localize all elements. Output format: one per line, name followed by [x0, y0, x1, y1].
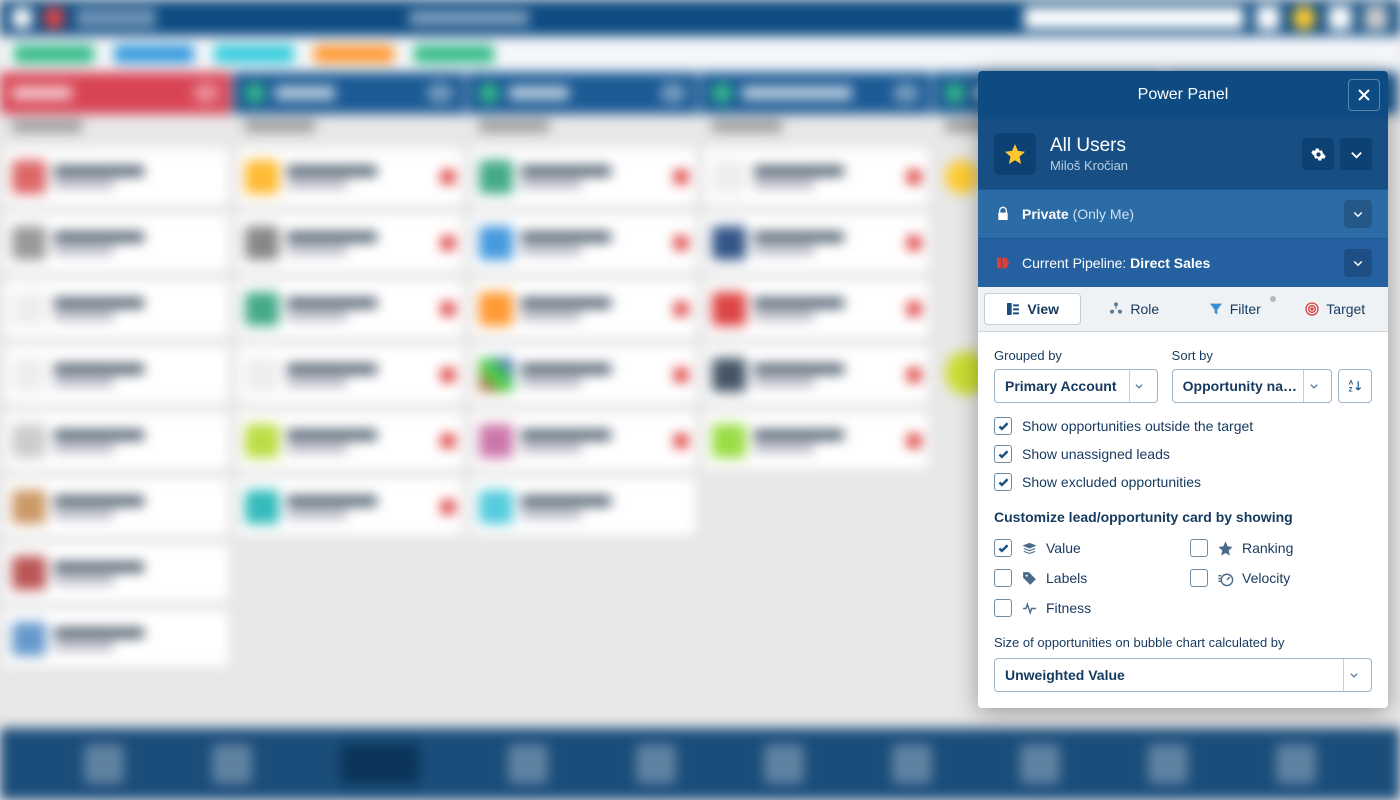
- tab-target[interactable]: Target: [1288, 293, 1383, 325]
- customize-label: Customize lead/opportunity card by showi…: [994, 509, 1372, 525]
- pipeline-icon: [994, 254, 1012, 272]
- sort-direction-button[interactable]: AZ: [1338, 369, 1372, 403]
- opt-ranking[interactable]: Ranking: [1190, 539, 1372, 557]
- settings-button[interactable]: [1302, 138, 1334, 170]
- gear-icon: [1311, 147, 1326, 162]
- target-icon: [1304, 301, 1320, 317]
- expand-button[interactable]: [1340, 138, 1372, 170]
- role-icon: [1108, 301, 1124, 317]
- panel-header: Power Panel: [978, 71, 1388, 119]
- filter-icon: [1208, 301, 1224, 317]
- sort-by-label: Sort by: [1172, 348, 1372, 363]
- bubble-size-select[interactable]: Unweighted Value: [994, 658, 1372, 692]
- power-panel: Power Panel All Users Miloš Kročian Priv…: [978, 71, 1388, 708]
- privacy-expand[interactable]: [1344, 200, 1372, 228]
- opt-velocity[interactable]: Velocity: [1190, 569, 1372, 587]
- panel-title: Power Panel: [1138, 86, 1229, 104]
- tab-filter[interactable]: Filter: [1187, 293, 1282, 325]
- chevron-down-icon: [1343, 659, 1363, 691]
- tab-role[interactable]: Role: [1087, 293, 1182, 325]
- svg-text:A: A: [1349, 379, 1354, 386]
- pipeline-row[interactable]: Current Pipeline: Direct Sales: [978, 238, 1388, 287]
- grouped-by-select[interactable]: Primary Account: [994, 369, 1158, 403]
- pipeline-expand[interactable]: [1344, 249, 1372, 277]
- value-icon: [1020, 539, 1038, 557]
- opt-labels[interactable]: Labels: [994, 569, 1176, 587]
- velocity-icon: [1216, 569, 1234, 587]
- chevron-down-icon: [1349, 147, 1364, 162]
- sort-by-select[interactable]: Opportunity na…: [1172, 369, 1332, 403]
- check-excluded-opps[interactable]: Show excluded opportunities: [994, 473, 1372, 491]
- tabs: View Role Filter Target: [978, 287, 1388, 332]
- chevron-down-icon: [1129, 370, 1149, 402]
- filter-indicator: [1270, 296, 1276, 302]
- check-outside-target[interactable]: Show opportunities outside the target: [994, 417, 1372, 435]
- labels-icon: [1020, 569, 1038, 587]
- grouped-by-label: Grouped by: [994, 348, 1158, 363]
- opt-fitness[interactable]: Fitness: [994, 599, 1176, 617]
- profile-section: All Users Miloš Kročian: [978, 119, 1388, 189]
- lock-icon: [994, 205, 1012, 223]
- panel-body: Grouped by Primary Account Sort by Oppor…: [978, 332, 1388, 708]
- ranking-icon: [1216, 539, 1234, 557]
- opt-value[interactable]: Value: [994, 539, 1176, 557]
- chevron-down-icon: [1303, 370, 1323, 402]
- check-unassigned-leads[interactable]: Show unassigned leads: [994, 445, 1372, 463]
- pipeline-label: Current Pipeline: Direct Sales: [1022, 255, 1334, 271]
- fitness-icon: [1020, 599, 1038, 617]
- close-button[interactable]: [1348, 79, 1380, 111]
- privacy-row[interactable]: Private (Only Me): [978, 189, 1388, 238]
- profile-name: All Users: [1050, 135, 1128, 158]
- profile-owner: Miloš Kročian: [1050, 158, 1128, 173]
- privacy-label: Private (Only Me): [1022, 206, 1334, 222]
- bubble-label: Size of opportunities on bubble chart ca…: [994, 635, 1372, 650]
- view-icon: [1005, 301, 1021, 317]
- star-icon: [994, 133, 1036, 175]
- svg-text:Z: Z: [1349, 387, 1353, 394]
- sort-az-icon: AZ: [1347, 378, 1363, 394]
- tab-view[interactable]: View: [984, 293, 1081, 325]
- close-icon: [1356, 87, 1372, 103]
